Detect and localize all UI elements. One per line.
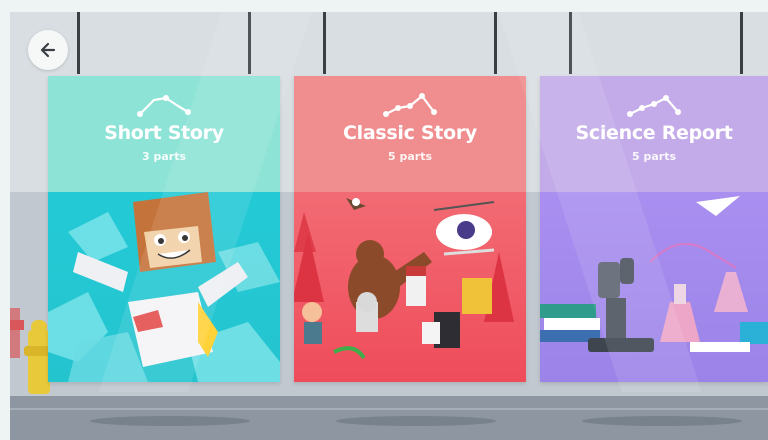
story-arc-icon xyxy=(383,93,437,117)
card-subtitle: 5 parts xyxy=(387,150,432,163)
hanging-wire xyxy=(740,12,743,74)
floor-line xyxy=(10,408,768,410)
story-arc-icon xyxy=(627,95,681,117)
classic-story-illustration xyxy=(294,198,514,360)
story-arc-icon xyxy=(137,95,191,117)
hanging-wire xyxy=(323,12,326,74)
back-button[interactable] xyxy=(28,30,68,70)
card-classic-story[interactable]: Classic Story 5 parts xyxy=(294,76,526,382)
card-shadow xyxy=(90,416,250,426)
card-illustration xyxy=(294,192,526,382)
card-shadow xyxy=(336,416,496,426)
hanging-wire xyxy=(77,12,80,74)
card-shadow xyxy=(582,416,742,426)
hanging-wire xyxy=(494,12,497,74)
card-title: Classic Story xyxy=(343,122,477,144)
card-header: Classic Story 5 parts xyxy=(294,76,526,192)
back-arrow-icon xyxy=(40,42,56,58)
